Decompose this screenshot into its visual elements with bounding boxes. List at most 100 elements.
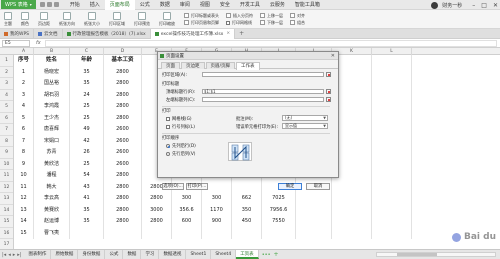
sheet-tab[interactable]: 学习	[141, 250, 160, 259]
cell[interactable]: 2800	[104, 204, 142, 216]
ribbon-print-scale[interactable]: 打印缩放	[159, 12, 175, 27]
cell[interactable]: 2800	[104, 193, 142, 205]
cell[interactable]: 2800	[104, 112, 142, 124]
ribbon-orientation[interactable]: 纸张方向	[59, 12, 75, 27]
cell[interactable]: 35	[70, 66, 104, 78]
cell[interactable]: 300	[172, 193, 202, 205]
range-select-icon[interactable]	[326, 72, 331, 77]
menu-start[interactable]: 开始	[65, 0, 85, 10]
close-icon[interactable]: ✕	[331, 52, 335, 60]
range-select-icon[interactable]	[326, 97, 331, 102]
menu-page-layout[interactable]: 页面布局	[104, 0, 135, 10]
rowcol-checkbox[interactable]: 行号列标(L)	[166, 124, 195, 130]
menu-review[interactable]: 审阅	[175, 0, 195, 10]
cell[interactable]: 5	[14, 112, 34, 124]
column-header[interactable]: L	[372, 48, 412, 55]
cell[interactable]: 1	[14, 66, 34, 78]
row-header[interactable]: 5	[0, 101, 13, 113]
next-sheet-icon[interactable]: ▸	[13, 252, 16, 258]
cell[interactable]	[372, 216, 412, 228]
cell[interactable]	[332, 204, 372, 216]
cell[interactable]: 300	[202, 193, 232, 205]
save-icon[interactable]	[39, 2, 45, 7]
ribbon-paper-size[interactable]: 纸张大小	[84, 12, 100, 27]
top-rows-input[interactable]: $1:$1	[202, 89, 324, 94]
cell[interactable]: 2800	[104, 181, 142, 193]
cell[interactable]	[296, 204, 332, 216]
cell[interactable]: 662	[232, 193, 262, 205]
row-header[interactable]: 11	[0, 170, 13, 182]
cell[interactable]: 2800	[104, 66, 142, 78]
sheet-tab[interactable]: 数据透视	[159, 250, 187, 259]
redo-icon[interactable]	[53, 2, 59, 7]
cell[interactable]: 黄赛欣	[34, 204, 70, 216]
sheet-tab[interactable]: 图表制作	[24, 250, 52, 259]
range-select-icon[interactable]	[326, 89, 331, 94]
cell[interactable]	[372, 170, 412, 182]
cell[interactable]: 2800	[104, 89, 142, 101]
prev-sheet-icon[interactable]: ◂	[8, 252, 11, 258]
cell[interactable]: 2800	[104, 78, 142, 90]
menu-data[interactable]: 数据	[155, 0, 175, 10]
ribbon-bring-forward[interactable]: 上移一层	[260, 12, 283, 19]
row-header[interactable]: 15	[0, 216, 13, 228]
ribbon-print-area[interactable]: 打印区域	[109, 12, 125, 27]
cell[interactable]: 杨晓宏	[34, 66, 70, 78]
cell[interactable]: 900	[202, 216, 232, 228]
cell[interactable]	[142, 227, 172, 239]
horizontal-scrollbar[interactable]	[376, 252, 496, 257]
name-box[interactable]: E5	[2, 39, 30, 47]
cell[interactable]: 潘程	[34, 170, 70, 182]
cell[interactable]	[372, 124, 412, 136]
cell[interactable]	[296, 227, 332, 239]
cell[interactable]	[172, 227, 202, 239]
cell[interactable]	[372, 193, 412, 205]
cell[interactable]	[332, 181, 372, 193]
cell[interactable]	[372, 112, 412, 124]
ribbon-print-titles[interactable]: 打印标题或表头	[184, 12, 219, 19]
cell[interactable]: 3	[14, 89, 34, 101]
avatar[interactable]	[431, 1, 439, 9]
cell[interactable]: 基本工资	[104, 55, 142, 67]
cell[interactable]	[296, 216, 332, 228]
options-button[interactable]: 选项(O)...	[162, 183, 184, 190]
gridlines-checkbox[interactable]: 网格线(G)	[166, 116, 192, 122]
cell[interactable]: 2800	[142, 216, 172, 228]
row-header[interactable]: 6	[0, 113, 13, 124]
cell[interactable]: 11	[14, 181, 34, 193]
column-header[interactable]: C	[70, 48, 104, 55]
cell[interactable]: 43	[70, 181, 104, 193]
cell[interactable]: 7550	[262, 216, 296, 228]
ribbon-group[interactable]: 组合	[290, 19, 305, 26]
cancel-button[interactable]: 取消	[306, 183, 330, 190]
ribbon-header-footer[interactable]: 打印页眉和页脚	[184, 19, 219, 26]
cell[interactable]: 2800	[104, 101, 142, 113]
cell[interactable]: 14	[14, 216, 34, 228]
column-header[interactable]: B	[34, 48, 70, 55]
cell[interactable]: 9	[14, 158, 34, 170]
cell[interactable]: 450	[232, 216, 262, 228]
cell[interactable]	[332, 193, 372, 205]
column-header[interactable]: A	[14, 48, 34, 55]
menu-toolbox[interactable]: 智能工具箱	[290, 0, 325, 10]
cell[interactable]: 1170	[202, 204, 232, 216]
cell[interactable]: 2600	[104, 124, 142, 136]
sheet-tab[interactable]: Sheet4	[211, 250, 237, 259]
cell[interactable]	[372, 66, 412, 78]
cell[interactable]: 7956.6	[262, 204, 296, 216]
cell[interactable]	[296, 193, 332, 205]
cell[interactable]: 41	[70, 193, 104, 205]
cell[interactable]: 序号	[14, 55, 34, 67]
last-sheet-icon[interactable]: ▸|	[17, 252, 21, 258]
cell[interactable]: 2800	[104, 216, 142, 228]
cell[interactable]: 国丛裕	[34, 78, 70, 90]
menu-insert[interactable]: 插入	[85, 0, 105, 10]
row-header[interactable]: 7	[0, 124, 13, 136]
ribbon-margins[interactable]: 页边距	[38, 12, 50, 27]
row-header[interactable]: 8	[0, 136, 13, 147]
cell[interactable]: 姓名	[34, 55, 70, 67]
cell[interactable]: 35	[70, 204, 104, 216]
sheet-tab[interactable]: 工资表	[236, 250, 259, 259]
cell[interactable]: 宋娟口	[34, 135, 70, 147]
cell[interactable]	[372, 55, 412, 67]
